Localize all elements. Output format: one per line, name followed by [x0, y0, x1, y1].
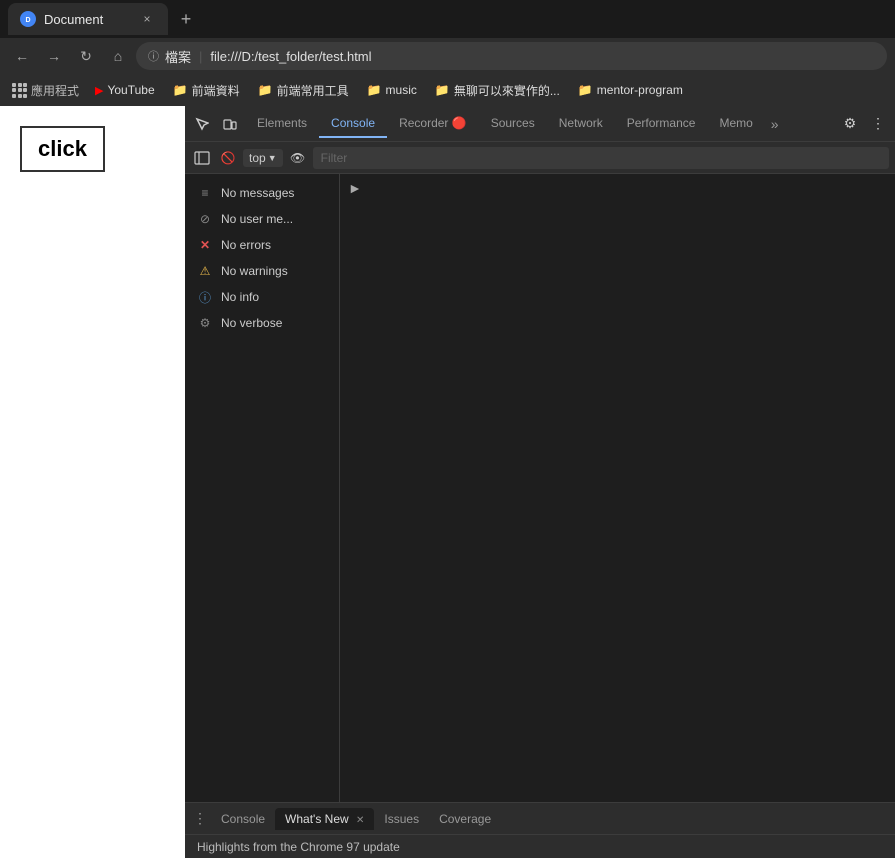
svg-text:D: D — [25, 17, 30, 24]
main-area: click Elements Console Recorder 🔴 — [0, 106, 895, 858]
url-security-icon: ⓘ — [148, 48, 159, 64]
expand-arrow-icon[interactable]: ► — [348, 180, 362, 196]
url-label: 檔案 — [165, 47, 191, 66]
bookmark-mentor-label: mentor-program — [597, 83, 683, 97]
bookmark-frontend-data-label: 前端資料 — [192, 82, 240, 99]
bookmark-music[interactable]: 📁 music — [361, 81, 423, 99]
click-button[interactable]: click — [20, 126, 105, 172]
folder-icon-2: 📁 — [258, 83, 273, 97]
filter-no-messages-label: No messages — [221, 186, 294, 200]
clear-console-button[interactable]: 🚫 — [217, 147, 239, 169]
info-icon: ⓘ — [197, 289, 213, 305]
whats-new-close-icon[interactable]: ✕ — [356, 815, 364, 826]
console-main: ≡ No messages ⊘ No user me... ✕ No error… — [185, 174, 895, 802]
bottom-tabs-bar: ⋮ Console What's New ✕ Issues Coverage — [185, 802, 895, 834]
bookmark-youtube[interactable]: ▶ YouTube — [89, 81, 161, 99]
bookmark-frontend-tools-label: 前端常用工具 — [277, 82, 349, 99]
console-filter-panel: ≡ No messages ⊘ No user me... ✕ No error… — [185, 174, 340, 802]
filter-no-errors[interactable]: ✕ No errors — [185, 232, 339, 258]
bookmarks-bar: 應用程式 ▶ YouTube 📁 前端資料 📁 前端常用工具 📁 music 📁… — [0, 74, 895, 106]
devtools-toolbar: Elements Console Recorder 🔴 Sources Netw… — [185, 106, 895, 142]
devtools-panel: Elements Console Recorder 🔴 Sources Netw… — [185, 106, 895, 858]
tab-title: Document — [44, 12, 103, 27]
status-text: Highlights from the Chrome 97 update — [197, 840, 400, 854]
bottom-tab-console[interactable]: Console — [211, 808, 275, 830]
filter-no-warnings[interactable]: ⚠ No warnings — [185, 258, 339, 284]
filter-no-verbose[interactable]: ⚙ No verbose — [185, 310, 339, 336]
messages-icon: ≡ — [197, 185, 213, 201]
bottom-tabs-menu-button[interactable]: ⋮ — [189, 808, 211, 830]
folder-icon-3: 📁 — [367, 83, 382, 97]
apps-button[interactable]: 應用程式 — [8, 80, 83, 101]
filter-no-warnings-label: No warnings — [221, 264, 288, 278]
bookmark-boring[interactable]: 📁 無聊可以來實作的... — [429, 80, 566, 101]
forward-button[interactable]: → — [40, 42, 68, 70]
tab-network[interactable]: Network — [547, 110, 615, 138]
error-icon: ✕ — [197, 237, 213, 253]
tab-bar: D Document × + — [8, 3, 887, 35]
device-toolbar-button[interactable] — [217, 111, 243, 137]
bottom-tab-whats-new[interactable]: What's New ✕ — [275, 808, 374, 830]
back-button[interactable]: ← — [8, 42, 36, 70]
filter-no-verbose-label: No verbose — [221, 316, 282, 330]
filter-no-info[interactable]: ⓘ No info — [185, 284, 339, 310]
page-content: click — [0, 106, 185, 858]
browser-titlebar: D Document × + — [0, 0, 895, 38]
devtools-more-button[interactable]: ⋮ — [865, 111, 891, 137]
filter-no-errors-label: No errors — [221, 238, 271, 252]
warning-icon: ⚠ — [197, 263, 213, 279]
url-path: file:///D:/test_folder/test.html — [210, 49, 371, 64]
devtools-settings-button[interactable]: ⚙ — [837, 111, 863, 137]
more-tabs-button[interactable]: » — [765, 116, 785, 132]
console-output: ► — [340, 174, 895, 802]
bookmark-youtube-label: YouTube — [107, 83, 154, 97]
tab-favicon: D — [20, 11, 36, 27]
eye-icon-button[interactable]: 👁 — [287, 147, 309, 169]
reload-button[interactable]: ↻ — [72, 42, 100, 70]
url-separator: | — [199, 49, 202, 64]
console-sidebar-toggle[interactable] — [191, 147, 213, 169]
context-selector[interactable]: top ▼ — [243, 149, 283, 167]
tab-close-button[interactable]: × — [138, 10, 156, 28]
bookmark-boring-label: 無聊可以來實作的... — [454, 82, 560, 99]
devtools-tabs: Elements Console Recorder 🔴 Sources Netw… — [245, 110, 835, 138]
filter-no-user-messages[interactable]: ⊘ No user me... — [185, 206, 339, 232]
tab-memory[interactable]: Memo — [707, 110, 764, 138]
tab-elements[interactable]: Elements — [245, 110, 319, 138]
filter-no-user-label: No user me... — [221, 212, 293, 226]
home-button[interactable]: ⌂ — [104, 42, 132, 70]
bookmark-mentor[interactable]: 📁 mentor-program — [572, 81, 689, 99]
youtube-icon: ▶ — [95, 84, 103, 97]
context-chevron-icon: ▼ — [268, 153, 277, 163]
apps-grid-icon — [12, 83, 27, 98]
new-tab-button[interactable]: + — [172, 5, 200, 33]
verbose-icon: ⚙ — [197, 315, 213, 331]
filter-no-info-label: No info — [221, 290, 259, 304]
user-messages-icon: ⊘ — [197, 211, 213, 227]
inspect-element-button[interactable] — [189, 111, 215, 137]
console-toolbar: 🚫 top ▼ 👁 — [185, 142, 895, 174]
bottom-tab-coverage[interactable]: Coverage — [429, 808, 501, 830]
folder-icon-4: 📁 — [435, 83, 450, 97]
bookmark-frontend-tools[interactable]: 📁 前端常用工具 — [252, 80, 355, 101]
tab-recorder[interactable]: Recorder 🔴 — [387, 110, 479, 138]
active-tab[interactable]: D Document × — [8, 3, 168, 35]
apps-label: 應用程式 — [31, 82, 79, 99]
filter-no-messages[interactable]: ≡ No messages — [185, 180, 339, 206]
tab-sources[interactable]: Sources — [479, 110, 547, 138]
address-bar: ← → ↻ ⌂ ⓘ 檔案 | file:///D:/test_folder/te… — [0, 38, 895, 74]
bottom-tab-issues[interactable]: Issues — [374, 808, 429, 830]
bookmark-frontend-data[interactable]: 📁 前端資料 — [167, 80, 246, 101]
folder-icon-5: 📁 — [578, 83, 593, 97]
context-label: top — [249, 151, 266, 165]
tab-performance[interactable]: Performance — [615, 110, 708, 138]
status-bar: Highlights from the Chrome 97 update — [185, 834, 895, 858]
bookmark-music-label: music — [386, 83, 417, 97]
folder-icon-1: 📁 — [173, 83, 188, 97]
console-filter-input[interactable] — [313, 147, 889, 169]
tab-console[interactable]: Console — [319, 110, 387, 138]
url-bar[interactable]: ⓘ 檔案 | file:///D:/test_folder/test.html — [136, 42, 887, 70]
